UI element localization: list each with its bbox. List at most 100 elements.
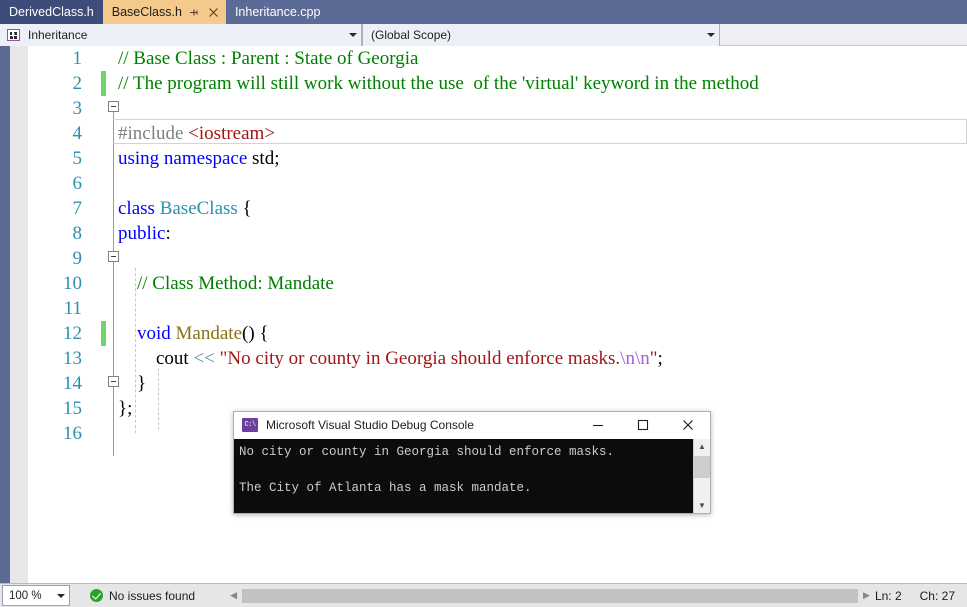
tab-derivedclass-h[interactable]: DerivedClass.h bbox=[0, 0, 103, 24]
code-line[interactable]: 4 #include <iostream> bbox=[0, 121, 967, 146]
console-scrollbar[interactable]: ▲ ▼ bbox=[693, 439, 710, 513]
tab-label: DerivedClass.h bbox=[9, 5, 94, 19]
code-token: ; bbox=[657, 348, 663, 369]
minimize-icon[interactable] bbox=[575, 412, 620, 439]
scope-name: (Global Scope) bbox=[371, 28, 452, 42]
line-number: 1 bbox=[72, 48, 83, 69]
code-line[interactable]: 14 } bbox=[0, 371, 967, 396]
code-line[interactable]: 3 bbox=[0, 96, 967, 121]
line-number: 8 bbox=[72, 223, 83, 244]
code-line[interactable]: 2 // The program will still work without … bbox=[0, 71, 967, 96]
code-line[interactable]: 1 // Base Class : Parent : State of Georg… bbox=[0, 46, 967, 71]
line-number: 5 bbox=[72, 148, 83, 169]
zoom-level: 100 % bbox=[9, 589, 42, 602]
close-icon[interactable] bbox=[206, 2, 222, 22]
status-bar: 100 % No issues found ◀ ▶ Ln: 2 Ch: 27 bbox=[0, 583, 967, 607]
hscroll-thumb[interactable] bbox=[242, 588, 858, 603]
code-text: using namespace std; bbox=[118, 146, 279, 171]
code-text: void Mandate() { bbox=[118, 321, 269, 346]
tab-label: Inheritance.cpp bbox=[234, 5, 321, 19]
code-token: " bbox=[649, 348, 658, 369]
code-line[interactable]: 5 using namespace std; bbox=[0, 146, 967, 171]
issues-status[interactable]: No issues found bbox=[70, 584, 195, 607]
code-text: #include <iostream> bbox=[118, 121, 275, 146]
code-line[interactable]: 6 bbox=[0, 171, 967, 196]
code-token: std; bbox=[252, 148, 280, 169]
line-number: 2 bbox=[72, 73, 83, 94]
issues-label: No issues found bbox=[109, 588, 196, 603]
code-token: #include bbox=[118, 123, 189, 144]
code-token: \n\n bbox=[620, 348, 650, 369]
line-number: 11 bbox=[63, 298, 82, 319]
tab-label: BaseClass.h bbox=[111, 5, 182, 19]
code-token: Mandate bbox=[175, 323, 243, 344]
code-text: } bbox=[118, 371, 146, 396]
console-output-area: No city or county in Georgia should enfo… bbox=[234, 439, 710, 513]
project-icon bbox=[6, 27, 22, 43]
code-token: { bbox=[242, 198, 252, 219]
tab-baseclass-h[interactable]: BaseClass.h bbox=[102, 0, 226, 24]
line-number: 15 bbox=[63, 398, 82, 419]
hscroll-track[interactable] bbox=[242, 588, 858, 603]
scroll-up-icon[interactable]: ▲ bbox=[694, 439, 710, 454]
line-number: 4 bbox=[72, 123, 83, 144]
line-number: Ln: 2 bbox=[874, 588, 902, 603]
console-app-icon: C:\ bbox=[242, 418, 258, 432]
horizontal-scrollbar[interactable]: ◀ ▶ bbox=[225, 584, 875, 607]
code-text: public: bbox=[118, 221, 171, 246]
code-line[interactable]: 13 cout << "No city or county in Georgia… bbox=[0, 346, 967, 371]
line-number: 16 bbox=[63, 423, 82, 444]
code-line[interactable]: 7 class BaseClass { bbox=[0, 196, 967, 221]
code-token: class bbox=[118, 198, 160, 219]
line-number: 3 bbox=[72, 98, 83, 119]
chevron-down-icon[interactable] bbox=[53, 593, 69, 598]
code-token: // Base Class : Parent : State of Georgi… bbox=[118, 48, 419, 69]
code-text: cout << "No city or county in Georgia sh… bbox=[118, 346, 663, 371]
line-number: 6 bbox=[72, 173, 83, 194]
close-icon[interactable] bbox=[665, 412, 710, 439]
pin-icon[interactable] bbox=[186, 2, 202, 22]
code-token: cout bbox=[118, 348, 194, 369]
code-line[interactable]: 10 // Class Method: Mandate bbox=[0, 271, 967, 296]
line-number: 14 bbox=[63, 373, 82, 394]
chevron-down-icon[interactable] bbox=[703, 33, 719, 37]
maximize-icon[interactable] bbox=[620, 412, 665, 439]
code-token: () { bbox=[242, 323, 269, 344]
console-scroll-thumb[interactable] bbox=[694, 456, 710, 478]
scroll-right-icon[interactable]: ▶ bbox=[858, 590, 875, 601]
code-line[interactable]: 12 void Mandate() { bbox=[0, 321, 967, 346]
code-token: void bbox=[137, 323, 176, 344]
change-marker bbox=[101, 71, 106, 96]
column-number: Ch: 27 bbox=[919, 588, 955, 603]
scroll-down-icon[interactable]: ▼ bbox=[694, 498, 710, 513]
code-text: // Class Method: Mandate bbox=[118, 271, 334, 296]
tab-bar-filler bbox=[329, 0, 967, 24]
chevron-down-icon[interactable] bbox=[345, 33, 361, 37]
scope-selector[interactable]: (Global Scope) bbox=[362, 24, 720, 46]
console-scroll-track[interactable] bbox=[694, 454, 710, 498]
code-text: class BaseClass { bbox=[118, 196, 252, 221]
scroll-left-icon[interactable]: ◀ bbox=[225, 590, 242, 601]
code-text: }; bbox=[118, 396, 132, 421]
console-title-bar[interactable]: C:\ Microsoft Visual Studio Debug Consol… bbox=[234, 412, 710, 439]
code-token: <iostream> bbox=[188, 123, 276, 144]
code-token: }; bbox=[118, 398, 133, 419]
code-token: BaseClass bbox=[159, 198, 243, 219]
project-selector[interactable]: Inheritance bbox=[0, 24, 362, 46]
tab-inheritance-cpp[interactable]: Inheritance.cpp bbox=[225, 0, 330, 24]
code-line[interactable]: 9 bbox=[0, 246, 967, 271]
line-number: 9 bbox=[72, 248, 83, 269]
code-text: // The program will still work without t… bbox=[118, 71, 759, 96]
debug-console-window[interactable]: C:\ Microsoft Visual Studio Debug Consol… bbox=[233, 411, 711, 514]
code-token: << bbox=[193, 348, 220, 369]
editor-tab-bar: DerivedClass.h BaseClass.h Inheritance.c… bbox=[0, 0, 967, 24]
visual-studio-window: DerivedClass.h BaseClass.h Inheritance.c… bbox=[0, 0, 967, 607]
navigation-bar: Inheritance (Global Scope) bbox=[0, 24, 967, 46]
code-line[interactable]: 11 bbox=[0, 296, 967, 321]
code-token: // The program will still work without t… bbox=[118, 73, 759, 94]
zoom-selector[interactable]: 100 % bbox=[2, 585, 70, 606]
line-number: 7 bbox=[72, 198, 83, 219]
code-line[interactable]: 8 public: bbox=[0, 221, 967, 246]
console-output-text: No city or county in Georgia should enfo… bbox=[239, 445, 615, 495]
